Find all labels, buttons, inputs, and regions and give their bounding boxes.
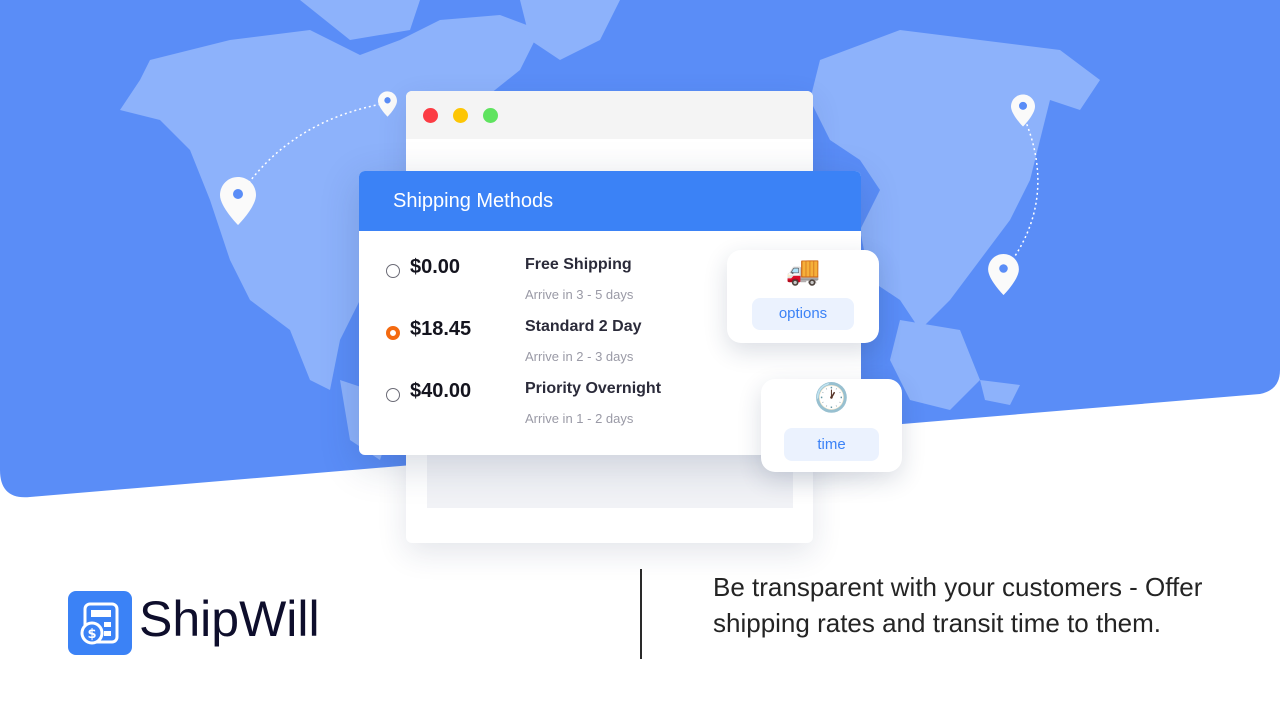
map-pin-icon (1011, 94, 1035, 127)
map-pin-icon (220, 177, 256, 225)
clock-icon: 🕐 (814, 382, 849, 413)
rate-eta: Arrive in 2 - 3 days (525, 349, 634, 364)
time-tile: 🕐 time (761, 379, 902, 472)
shipping-methods-title: Shipping Methods (359, 171, 861, 231)
rate-radio[interactable] (386, 388, 400, 402)
rate-eta: Arrive in 1 - 2 days (525, 411, 634, 426)
svg-text:$: $ (87, 627, 96, 642)
content-placeholder (427, 451, 793, 508)
minimize-window-dot (453, 108, 468, 123)
close-window-dot (423, 108, 438, 123)
rate-method-name: Standard 2 Day (525, 318, 642, 335)
brand-name: ShipWill (139, 591, 320, 647)
rate-method-name: Free Shipping (525, 256, 632, 273)
time-button[interactable]: time (784, 428, 879, 461)
delivery-truck-icon: 🚚 (785, 255, 821, 286)
options-button[interactable]: options (752, 298, 854, 330)
map-pin-icon (378, 91, 397, 117)
vertical-divider (640, 569, 642, 659)
rate-eta: Arrive in 3 - 5 days (525, 287, 634, 302)
calculator-dollar-icon: $ (68, 591, 132, 655)
rate-radio-selected[interactable] (386, 326, 400, 340)
rate-method-name: Priority Overnight (525, 380, 662, 397)
browser-title-bar (406, 91, 813, 139)
tagline: Be transparent with your customers - Off… (713, 572, 1203, 638)
options-tile: 🚚 options (727, 250, 879, 343)
map-pin-icon (988, 254, 1019, 295)
rate-price: $18.45 (410, 318, 472, 340)
rate-radio[interactable] (386, 264, 400, 278)
rate-price: $40.00 (410, 380, 472, 402)
maximize-window-dot (483, 108, 498, 123)
rate-price: $0.00 (410, 256, 461, 278)
